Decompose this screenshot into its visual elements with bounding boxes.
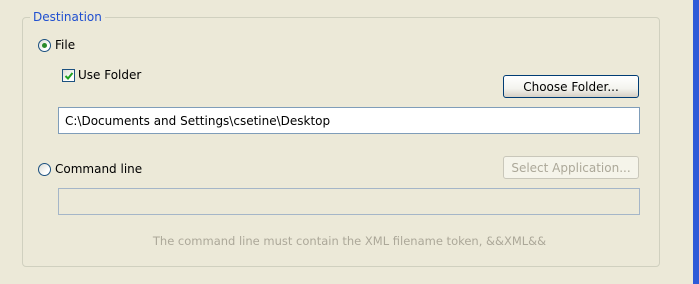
command-line-hint: The command line must contain the XML fi… xyxy=(152,234,547,248)
radio-selected-dot xyxy=(42,43,47,48)
file-radio[interactable] xyxy=(38,39,51,52)
choose-folder-button[interactable]: Choose Folder... xyxy=(503,75,639,98)
use-folder-label: Use Folder xyxy=(78,68,142,82)
checkmark-icon xyxy=(64,72,74,80)
command-line-field[interactable] xyxy=(58,188,640,215)
destination-legend: Destination xyxy=(30,10,105,24)
use-folder-checkbox[interactable] xyxy=(62,69,75,82)
command-line-radio-label: Command line xyxy=(55,162,143,176)
select-application-button[interactable]: Select Application... xyxy=(503,156,639,179)
command-line-radio[interactable] xyxy=(38,163,51,176)
folder-path-field[interactable]: C:\Documents and Settings\csetine\Deskto… xyxy=(58,107,640,134)
destination-groupbox xyxy=(22,17,660,267)
file-radio-label: File xyxy=(55,38,76,52)
